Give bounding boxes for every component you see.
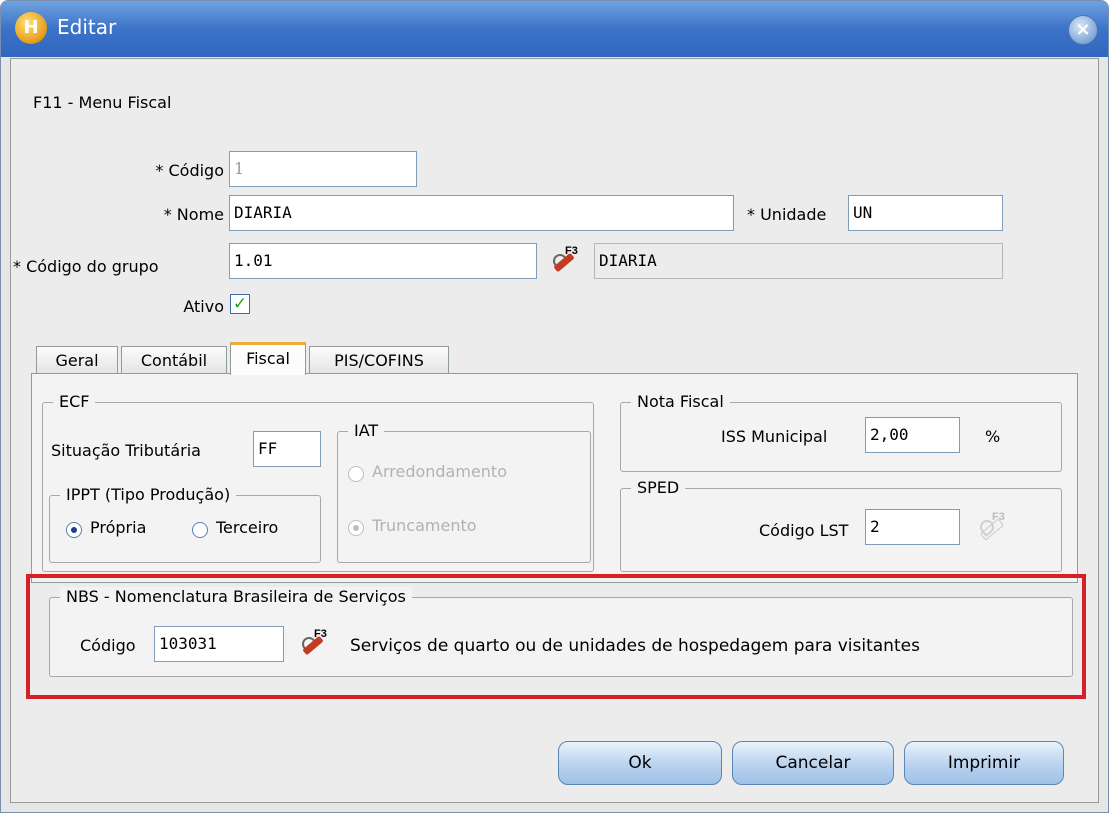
edit-dialog: H Editar × F11 - Menu Fiscal * Código 1 … bbox=[0, 0, 1109, 813]
iat-truncamento-radio[interactable] bbox=[348, 520, 364, 536]
dialog-body: F11 - Menu Fiscal * Código 1 * Nome DIAR… bbox=[10, 58, 1099, 803]
cancelar-button[interactable]: Cancelar bbox=[732, 741, 894, 785]
sped-legend: SPED bbox=[631, 478, 686, 497]
nome-field[interactable]: DIARIA bbox=[229, 195, 734, 231]
lookup-wand-icon[interactable]: F3 bbox=[550, 245, 581, 277]
tab-fiscal-label: Fiscal bbox=[246, 349, 290, 368]
nbs-codigo-field[interactable]: 103031 bbox=[154, 626, 284, 662]
tab-contabil[interactable]: Contábil bbox=[121, 346, 227, 374]
nota-fiscal-legend: Nota Fiscal bbox=[631, 392, 730, 411]
nbs-lookup-wand-icon[interactable]: F3 bbox=[299, 628, 330, 660]
iat-group: IAT Arredondamento Truncamento bbox=[337, 421, 591, 563]
unidade-field[interactable]: UN bbox=[848, 195, 1003, 231]
close-icon[interactable]: × bbox=[1068, 15, 1098, 45]
iat-arredondamento-radio[interactable] bbox=[348, 466, 364, 482]
nbs-codigo-label: Código bbox=[80, 636, 136, 655]
ok-button[interactable]: Ok bbox=[558, 741, 722, 785]
iat-legend: IAT bbox=[348, 421, 385, 440]
nbs-lookup-f3-label: F3 bbox=[314, 628, 327, 640]
lst-lookup-wand-icon: F3 bbox=[977, 511, 1008, 543]
codigo-grupo-field[interactable]: 1.01 bbox=[229, 243, 537, 279]
tab-geral-label: Geral bbox=[55, 351, 99, 370]
tab-contabil-label: Contábil bbox=[140, 351, 208, 370]
ecf-group: ECF Situação Tributária FF IPPT (Tipo Pr… bbox=[42, 392, 594, 572]
tab-pis-cofins-label: PIS/COFINS bbox=[334, 351, 424, 370]
window-title: Editar bbox=[57, 15, 117, 39]
situacao-field[interactable]: FF bbox=[253, 431, 321, 467]
nbs-group: NBS - Nomenclatura Brasileira de Serviço… bbox=[49, 587, 1073, 677]
app-logo-glyph: H bbox=[23, 17, 39, 38]
fiscal-tab-panel: ECF Situação Tributária FF IPPT (Tipo Pr… bbox=[31, 373, 1078, 583]
title-bar[interactable]: H Editar × bbox=[1, 1, 1108, 57]
iat-arredondamento-label: Arredondamento bbox=[372, 462, 507, 481]
ippt-propria-label: Própria bbox=[90, 518, 147, 537]
tab-fiscal[interactable]: Fiscal bbox=[230, 342, 306, 375]
lookup-f3-label: F3 bbox=[565, 245, 578, 257]
ippt-group: IPPT (Tipo Produção) Própria Terceiro bbox=[49, 485, 321, 563]
imprimir-button[interactable]: Imprimir bbox=[904, 741, 1064, 785]
iss-percent-label: % bbox=[985, 427, 1001, 446]
app-logo-icon: H bbox=[15, 12, 47, 44]
ippt-legend: IPPT (Tipo Produção) bbox=[60, 485, 237, 504]
ippt-terceiro-radio[interactable] bbox=[192, 522, 208, 538]
sped-group: SPED Código LST 2 F3 bbox=[620, 478, 1062, 572]
codigo-label: * Código bbox=[155, 161, 224, 180]
lst-lookup-f3-label: F3 bbox=[992, 511, 1005, 523]
grupo-description-field: DIARIA bbox=[594, 243, 1003, 279]
codigo-field[interactable]: 1 bbox=[229, 151, 417, 187]
lst-field[interactable]: 2 bbox=[865, 509, 960, 545]
ecf-legend: ECF bbox=[53, 392, 96, 411]
iss-field[interactable]: 2,00 bbox=[865, 417, 960, 453]
tab-pis-cofins[interactable]: PIS/COFINS bbox=[309, 346, 449, 374]
ativo-checkbox[interactable]: ✓ bbox=[230, 294, 250, 314]
tab-geral[interactable]: Geral bbox=[36, 346, 118, 374]
codigo-grupo-label: * Código do grupo bbox=[13, 257, 159, 276]
ativo-label: Ativo bbox=[183, 297, 224, 316]
page-title: F11 - Menu Fiscal bbox=[33, 93, 172, 112]
nbs-description: Serviços de quarto ou de unidades de hos… bbox=[350, 636, 920, 656]
nbs-legend: NBS - Nomenclatura Brasileira de Serviço… bbox=[60, 587, 412, 606]
nome-label: * Nome bbox=[163, 205, 224, 224]
nota-fiscal-group: Nota Fiscal ISS Municipal 2,00 % bbox=[620, 392, 1062, 472]
situacao-label: Situação Tributária bbox=[51, 441, 201, 460]
lst-label: Código LST bbox=[759, 521, 849, 540]
iss-label: ISS Municipal bbox=[721, 427, 828, 446]
iat-truncamento-label: Truncamento bbox=[372, 516, 477, 535]
ippt-propria-radio[interactable] bbox=[66, 522, 82, 538]
ippt-terceiro-label: Terceiro bbox=[216, 518, 279, 537]
unidade-label: * Unidade bbox=[747, 205, 827, 224]
